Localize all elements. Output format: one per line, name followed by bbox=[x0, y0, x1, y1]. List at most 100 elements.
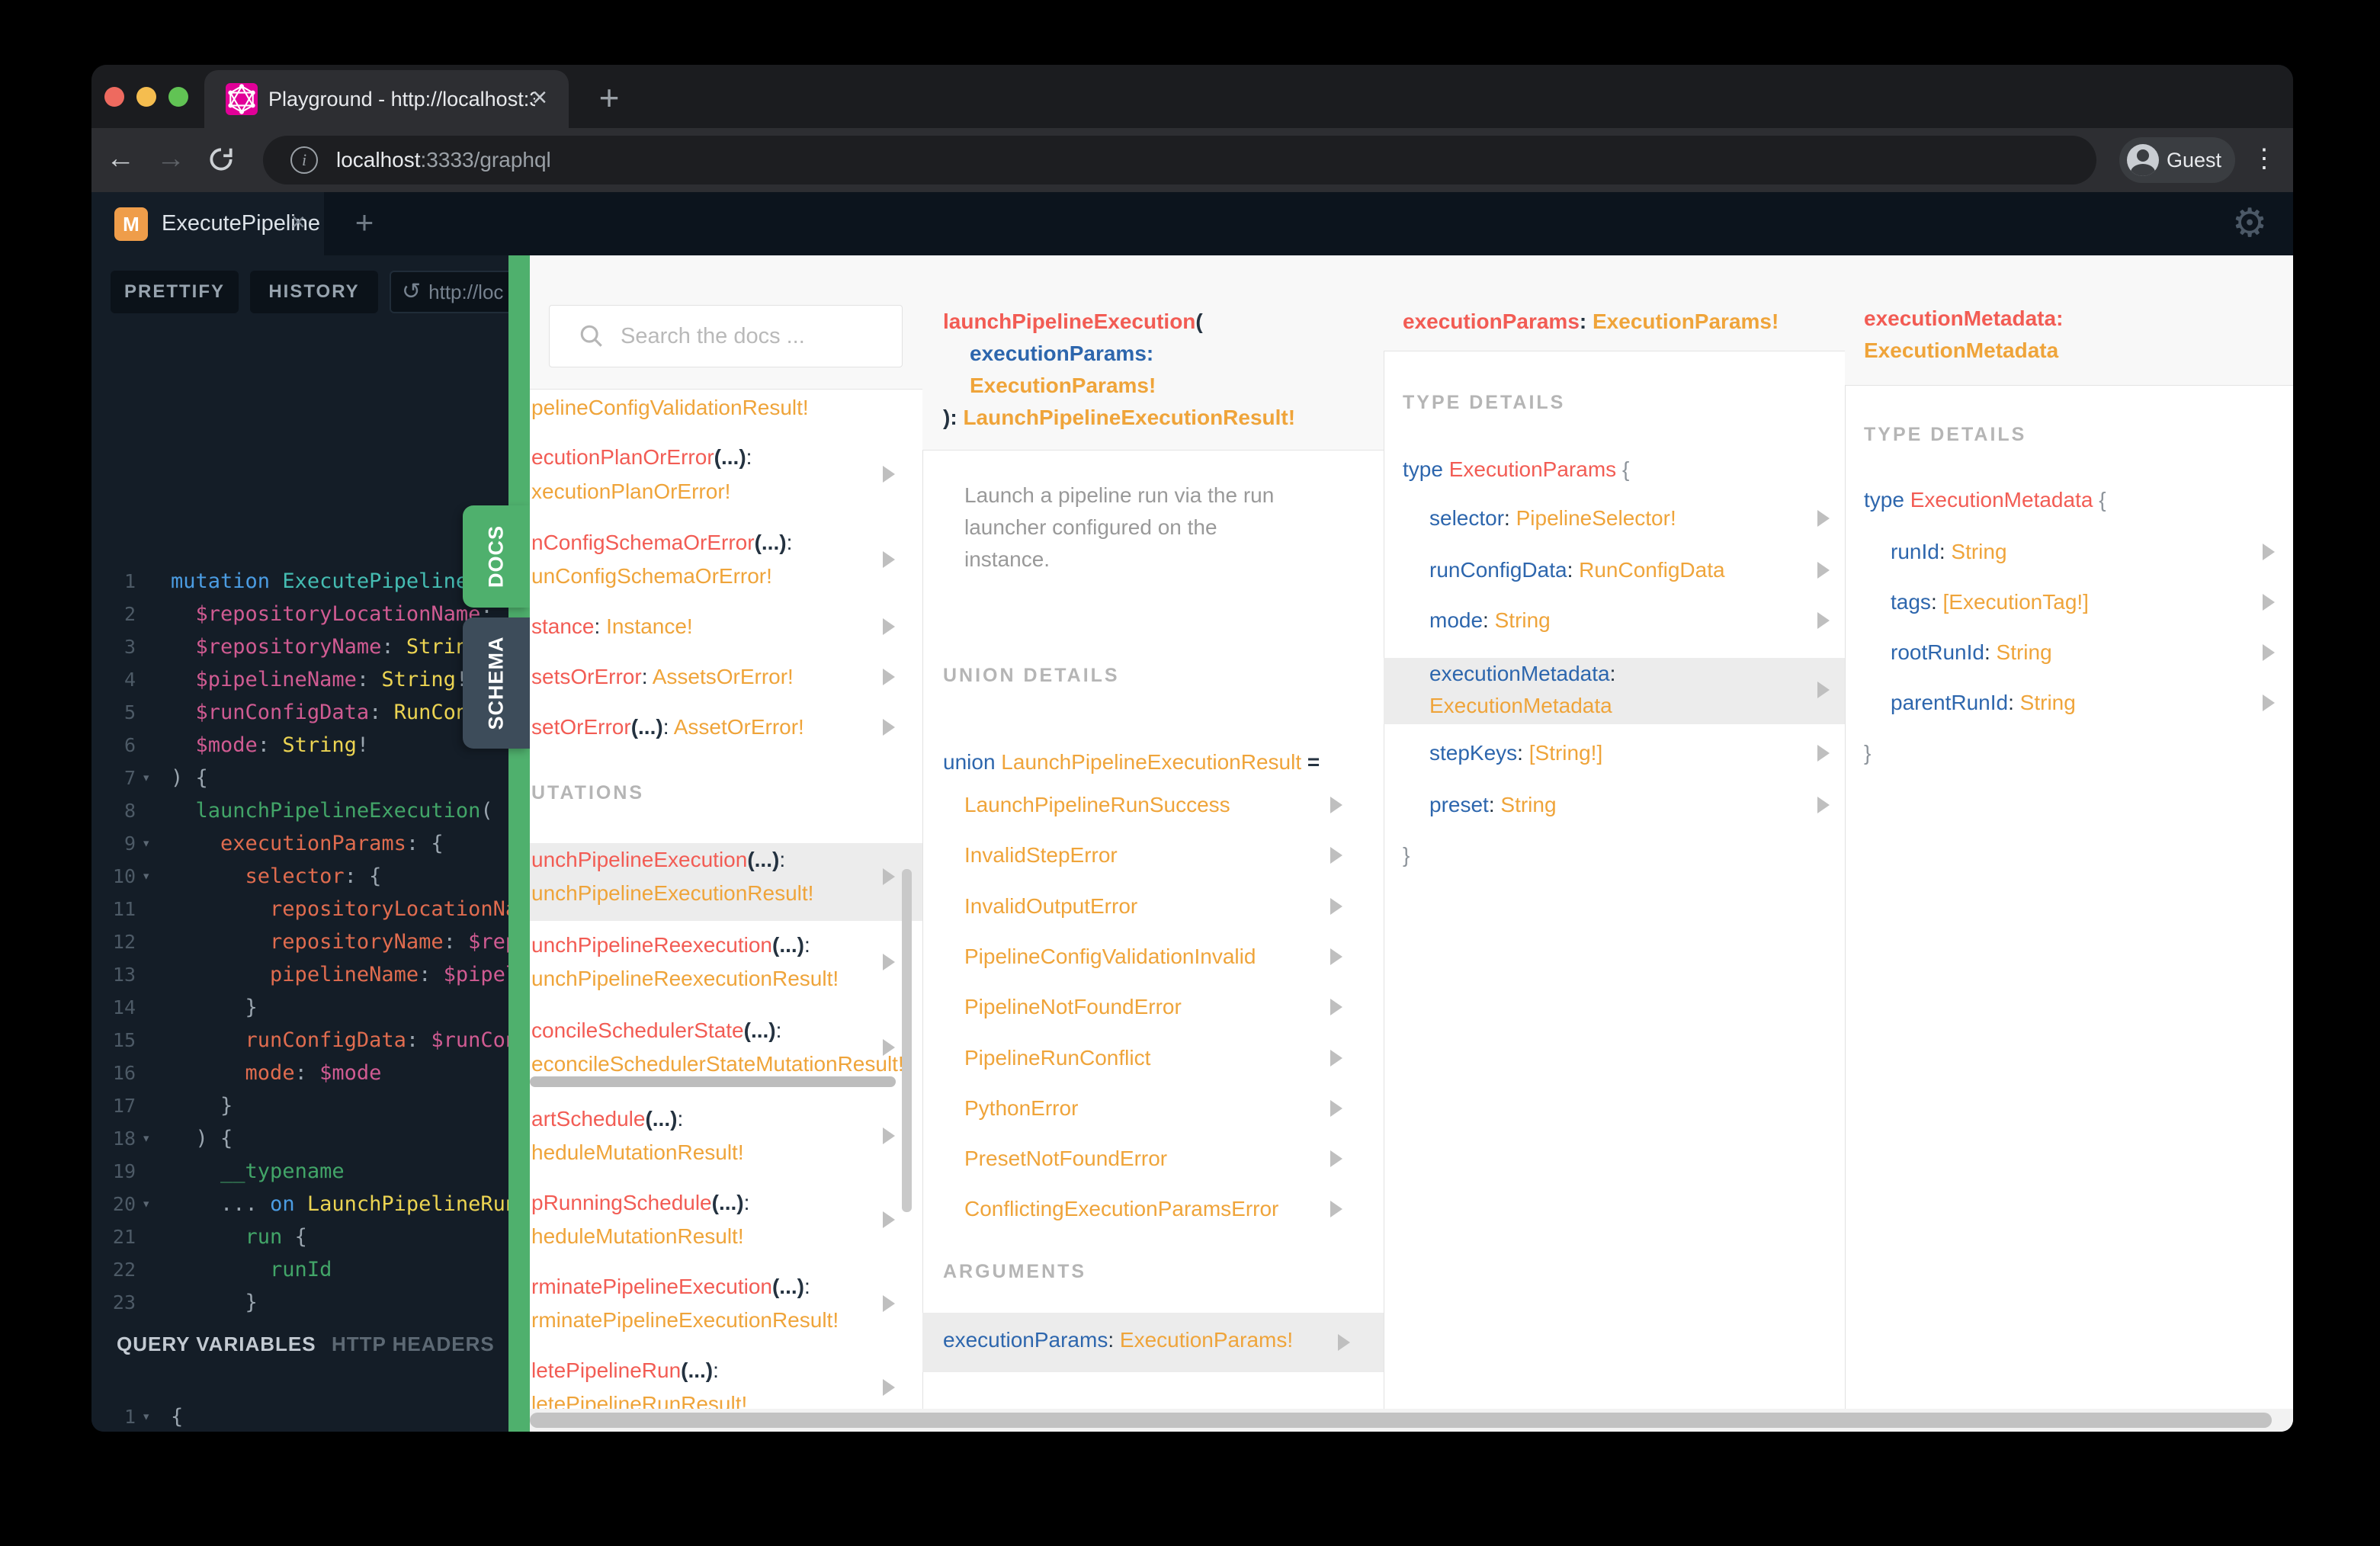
browser-tab[interactable]: Playground - http://localhost:3 × bbox=[204, 70, 569, 128]
docs-mutation-row[interactable]: concileSchedulerState(...): bbox=[531, 1014, 781, 1047]
docs-field-type[interactable]: unConfigSchemaOrError! bbox=[531, 560, 772, 593]
chevron-right-icon[interactable] bbox=[2263, 544, 2275, 560]
code-line[interactable]: 16 mode: $mode bbox=[91, 1057, 508, 1089]
code-line[interactable]: 17 } bbox=[91, 1089, 508, 1122]
docs-field-row[interactable]: pelineConfigValidationResult! bbox=[531, 391, 809, 425]
chevron-right-icon[interactable] bbox=[883, 719, 895, 736]
code-line[interactable]: 22 runId bbox=[91, 1253, 508, 1286]
docs-union-member-row[interactable]: ConflictingExecutionParamsError bbox=[964, 1192, 1278, 1226]
docs-field-row[interactable]: mode: String bbox=[1429, 604, 1551, 637]
tab-schema[interactable]: SCHEMA bbox=[463, 617, 530, 749]
code-line[interactable]: 14 } bbox=[91, 991, 508, 1024]
docs-field-row[interactable]: stepKeys: [String!] bbox=[1429, 736, 1602, 770]
playground-tab-executepipeline[interactable]: M ExecutePipeline × bbox=[91, 192, 324, 255]
docs-field-type[interactable]: ExecutionMetadata bbox=[1429, 689, 1612, 723]
docs-mutation-row[interactable]: letePipelineRun(...): bbox=[531, 1354, 719, 1387]
chevron-right-icon[interactable] bbox=[883, 1127, 895, 1144]
chevron-right-icon[interactable] bbox=[883, 868, 895, 885]
chevron-right-icon[interactable] bbox=[1330, 999, 1342, 1016]
minimize-window-button[interactable] bbox=[136, 87, 156, 107]
chevron-right-icon[interactable] bbox=[883, 1295, 895, 1312]
chevron-right-icon[interactable] bbox=[1817, 510, 1830, 527]
docs-field-row[interactable]: runConfigData: RunConfigData bbox=[1429, 553, 1725, 587]
code-line[interactable]: 23 } bbox=[91, 1286, 508, 1319]
tab-http-headers[interactable]: HTTP HEADERS bbox=[332, 1333, 495, 1356]
chevron-right-icon[interactable] bbox=[1817, 612, 1830, 629]
docs-mutation-type[interactable]: heduleMutationResult! bbox=[531, 1220, 744, 1253]
chevron-right-icon[interactable] bbox=[1330, 1201, 1342, 1218]
history-button[interactable]: HISTORY bbox=[250, 271, 378, 313]
docs-mutation-type[interactable]: heduleMutationResult! bbox=[531, 1136, 744, 1169]
code-line[interactable]: 21 run { bbox=[91, 1220, 508, 1253]
code-line[interactable]: 1 ▾{ bbox=[91, 1400, 508, 1432]
new-tab-button[interactable]: + bbox=[585, 75, 633, 123]
zoom-window-button[interactable] bbox=[168, 87, 188, 107]
docs-union-member-row[interactable]: LaunchPipelineRunSuccess bbox=[964, 788, 1230, 822]
chevron-right-icon[interactable] bbox=[2263, 694, 2275, 711]
docs-field-row[interactable]: setOrError(...): AssetOrError! bbox=[531, 710, 804, 744]
docs-field-row[interactable]: preset: String bbox=[1429, 788, 1557, 822]
docs-union-member-row[interactable]: PipelineRunConflict bbox=[964, 1041, 1150, 1075]
docs-union-member-row[interactable]: PipelineConfigValidationInvalid bbox=[964, 940, 1256, 973]
docs-search-input[interactable]: Search the docs ... bbox=[549, 305, 903, 367]
chevron-right-icon[interactable] bbox=[1817, 797, 1830, 813]
docs-union-member-row[interactable]: InvalidStepError bbox=[964, 839, 1118, 872]
chevron-right-icon[interactable] bbox=[1817, 562, 1830, 579]
docs-union-member-row[interactable]: InvalidOutputError bbox=[964, 890, 1137, 923]
docs-field-row[interactable]: nConfigSchemaOrError(...): bbox=[531, 526, 792, 560]
chevron-right-icon[interactable] bbox=[883, 954, 895, 970]
docs-field-row[interactable]: setsOrError: AssetsOrError! bbox=[531, 660, 794, 694]
address-bar[interactable]: i localhost:3333/graphql bbox=[263, 136, 2096, 184]
code-line[interactable]: 4 $pipelineName: String! bbox=[91, 663, 508, 696]
chevron-right-icon[interactable] bbox=[1330, 797, 1342, 813]
browser-menu-icon[interactable]: ⋮ bbox=[2249, 128, 2279, 192]
docs-mutation-row[interactable]: unchPipelineExecution(...): bbox=[531, 843, 785, 877]
chevron-right-icon[interactable] bbox=[1330, 1150, 1342, 1168]
chevron-right-icon[interactable] bbox=[883, 466, 895, 483]
endpoint-reload-icon[interactable]: ↺ bbox=[402, 272, 421, 312]
docs-field-row[interactable]: stance: Instance! bbox=[531, 610, 693, 643]
docs-mutation-row[interactable]: artSchedule(...): bbox=[531, 1102, 683, 1136]
col1-hscrollbar[interactable] bbox=[530, 1076, 896, 1087]
code-line[interactable]: 19 __typename bbox=[91, 1155, 508, 1188]
chevron-right-icon[interactable] bbox=[1817, 745, 1830, 762]
playground-tab-close-icon[interactable]: × bbox=[291, 192, 306, 255]
fold-caret-icon[interactable]: ▾ bbox=[142, 827, 150, 860]
docs-mutation-row[interactable]: rminatePipelineExecution(...): bbox=[531, 1270, 810, 1304]
chevron-right-icon[interactable] bbox=[883, 618, 895, 635]
docs-union-member-row[interactable]: PythonError bbox=[964, 1092, 1078, 1125]
docs-field-row[interactable]: tags: [ExecutionTag!] bbox=[1891, 585, 2089, 619]
endpoint-input[interactable]: ↺ http://loc bbox=[390, 271, 508, 313]
code-line[interactable]: 11 repositoryLocationName: $repositoryLo… bbox=[91, 893, 508, 925]
code-line[interactable]: 9 ▾ executionParams: { bbox=[91, 827, 508, 860]
docs-field-row[interactable]: ecutionPlanOrError(...): bbox=[531, 441, 752, 474]
code-line[interactable]: 15 runConfigData: $runConfigData bbox=[91, 1024, 508, 1057]
code-line[interactable]: 1mutation ExecutePipeline( bbox=[91, 565, 508, 598]
code-line[interactable]: 12 repositoryName: $repositoryName bbox=[91, 925, 508, 958]
code-line[interactable]: 2 $repositoryLocationName: bbox=[91, 598, 508, 630]
docs-union-member-row[interactable]: PresetNotFoundError bbox=[964, 1142, 1167, 1176]
docs-argument-row[interactable]: executionParams: ExecutionParams! bbox=[943, 1323, 1293, 1357]
chevron-right-icon[interactable] bbox=[1330, 897, 1342, 915]
chevron-right-icon[interactable] bbox=[1817, 682, 1830, 698]
tab-query-variables[interactable]: QUERY VARIABLES bbox=[117, 1333, 316, 1356]
tab-docs[interactable]: DOCS bbox=[463, 505, 530, 608]
chevron-right-icon[interactable] bbox=[1330, 948, 1342, 965]
code-line[interactable]: 3 $repositoryName: String! bbox=[91, 630, 508, 663]
docs-field-row[interactable]: parentRunId: String bbox=[1891, 686, 2076, 720]
code-line[interactable]: 8 launchPipelineExecution( bbox=[91, 794, 508, 827]
profile-badge[interactable]: Guest bbox=[2119, 137, 2235, 183]
forward-icon[interactable]: → bbox=[148, 128, 194, 192]
code-line[interactable]: 10 ▾ selector: { bbox=[91, 860, 508, 893]
docs-field-type[interactable]: xecutionPlanOrError! bbox=[531, 475, 730, 508]
chevron-right-icon[interactable] bbox=[883, 1039, 895, 1056]
code-line[interactable]: 7 ▾) { bbox=[91, 762, 508, 794]
docs-field-row[interactable]: rootRunId: String bbox=[1891, 636, 2052, 669]
prettify-button[interactable]: PRETTIFY bbox=[111, 271, 239, 313]
back-icon[interactable]: ← bbox=[98, 128, 143, 192]
code-line[interactable]: 13 pipelineName: $pipelineName bbox=[91, 958, 508, 991]
code-line[interactable]: 18 ▾ ) { bbox=[91, 1122, 508, 1155]
chevron-right-icon[interactable] bbox=[1338, 1334, 1350, 1351]
code-line[interactable]: 20▾ ... on LaunchPipelineRunSuccess { bbox=[91, 1188, 508, 1220]
chevron-right-icon[interactable] bbox=[1330, 1049, 1342, 1066]
